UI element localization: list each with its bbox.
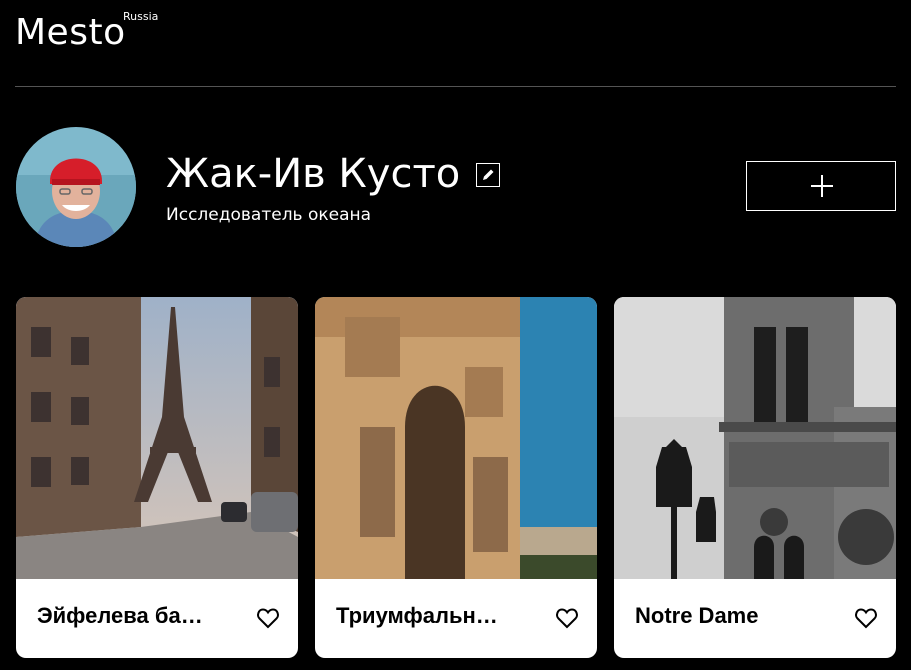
card-title: Эйфелева ба… bbox=[37, 603, 203, 628]
profile-about: Исследователь океана bbox=[166, 205, 372, 225]
card-image-eiffel[interactable] bbox=[16, 297, 298, 579]
profile-name: Жак-Ив Кусто bbox=[166, 151, 461, 197]
card-title: Notre Dame bbox=[635, 603, 759, 628]
logo-superscript: Russia bbox=[123, 10, 159, 23]
card: Триумфальн… bbox=[315, 297, 597, 658]
cards-grid: Эйфелева ба… Триумфальн… Notre Dame bbox=[16, 297, 896, 658]
profile: Жак-Ив Кусто Исследователь океана bbox=[16, 127, 896, 247]
edit-profile-button[interactable] bbox=[476, 163, 500, 187]
heart-outline-icon[interactable] bbox=[555, 607, 579, 629]
add-card-button[interactable] bbox=[746, 161, 896, 211]
avatar-image bbox=[16, 127, 136, 247]
card: Эйфелева ба… bbox=[16, 297, 298, 658]
heart-outline-icon[interactable] bbox=[256, 607, 280, 629]
pencil-icon bbox=[483, 169, 494, 180]
card-image-notre-dame[interactable] bbox=[614, 297, 896, 579]
heart-outline-icon[interactable] bbox=[854, 607, 878, 629]
logo: Mesto bbox=[15, 12, 126, 53]
header: Mesto Russia bbox=[15, 0, 896, 87]
card-title: Триумфальн… bbox=[336, 603, 498, 628]
avatar[interactable] bbox=[16, 127, 136, 247]
card-image-arc-de-triomphe[interactable] bbox=[315, 297, 597, 579]
plus-icon bbox=[811, 175, 833, 197]
card: Notre Dame bbox=[614, 297, 896, 658]
